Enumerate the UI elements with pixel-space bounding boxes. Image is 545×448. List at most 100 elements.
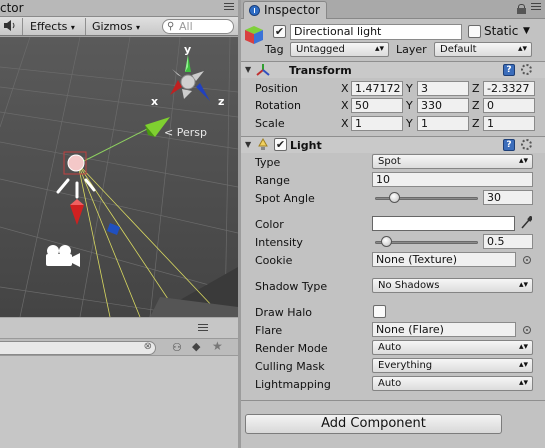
help-book-icon[interactable]: ? (503, 64, 515, 76)
foldout-arrow-icon[interactable]: ▼ (245, 65, 251, 74)
divider (241, 400, 545, 401)
toolbar-divider (22, 18, 23, 35)
rotation-x-axis[interactable]: X (341, 99, 349, 112)
persp-text: Persp (176, 126, 207, 139)
position-label: Position (255, 82, 298, 95)
effects-label: Effects (30, 20, 68, 33)
scale-z-axis[interactable]: Z (472, 117, 480, 130)
scale-z-input[interactable]: 1 (483, 116, 535, 131)
eyedropper-icon[interactable] (521, 215, 534, 232)
intensity-label: Intensity (255, 236, 303, 249)
tab-menu-icon[interactable] (224, 3, 234, 11)
panel-menu-icon[interactable] (198, 324, 208, 332)
persp-label[interactable]: < Persp (164, 126, 207, 139)
transform-header[interactable]: ▼ Transform ? (241, 62, 545, 78)
position-x-input[interactable]: 1.47172 (351, 81, 403, 96)
rotation-x-input[interactable]: 50 (351, 98, 403, 113)
light-enabled-checkbox[interactable]: ✔ (274, 138, 287, 151)
filter-type-icon[interactable]: ⚇ (172, 341, 182, 354)
inspector-menu-icon[interactable] (531, 3, 541, 11)
scene-search-input[interactable]: ⚲ All (162, 19, 234, 34)
scene-toolbar: Effects ▾ Gizmos ▾ ⚲ All (0, 17, 238, 36)
light-title: Light (290, 139, 322, 152)
axis-label-y: y (184, 43, 192, 56)
static-checkbox[interactable] (468, 25, 481, 38)
inspector-panel: Inspector ✔ Directional light Static ▼ T… (241, 0, 545, 448)
tab-inspector[interactable]: Inspector (243, 1, 327, 19)
lightmapping-dropdown[interactable]: Auto ▴▾ (372, 376, 533, 391)
scale-x-axis[interactable]: X (341, 117, 349, 130)
gear-icon[interactable] (521, 139, 532, 150)
tab-inspector-label: Inspector (264, 3, 320, 17)
rotation-y-axis[interactable]: Y (406, 99, 413, 112)
speaker-icon[interactable] (3, 19, 17, 34)
type-dropdown[interactable]: Spot ▴▾ (372, 154, 533, 169)
position-z-input[interactable]: -2.3327 (483, 81, 535, 96)
project-search-input[interactable]: ⊗ (0, 341, 156, 355)
position-x-axis[interactable]: X (341, 82, 349, 95)
tag-label: Tag (265, 43, 284, 56)
gear-icon[interactable] (521, 64, 532, 75)
spot-angle-input[interactable]: 30 (483, 190, 533, 205)
chevron-down-icon: ▾ (70, 23, 75, 32)
draw-halo-label: Draw Halo (255, 306, 313, 319)
scale-y-input[interactable]: 1 (417, 116, 469, 131)
tag-value: Untagged (296, 44, 345, 55)
draw-halo-checkbox[interactable] (373, 305, 386, 318)
foldout-arrow-icon[interactable]: ▼ (245, 140, 251, 149)
checkmark-icon: ✔ (274, 25, 285, 38)
rotation-z-input[interactable]: 0 (483, 98, 535, 113)
transform-gizmo-icon (256, 64, 270, 79)
shadow-type-dropdown[interactable]: No Shadows ▴▾ (372, 278, 533, 293)
bottom-toolbar: ⊗ ⚇ ◆ ★ (0, 338, 238, 356)
position-y-axis[interactable]: Y (406, 82, 413, 95)
help-book-icon[interactable]: ? (503, 139, 515, 151)
render-mode-dropdown[interactable]: Auto ▴▾ (372, 340, 533, 355)
favorite-star-icon[interactable]: ★ (212, 339, 223, 353)
scene-panel: ctor Effects ▾ Gizmos ▾ ⚲ All y x z < Pe… (0, 0, 238, 448)
scale-x-input[interactable]: 1 (351, 116, 403, 131)
transform-title: Transform (289, 64, 352, 77)
checkmark-icon: ✔ (275, 138, 286, 151)
gizmos-dropdown[interactable]: Gizmos ▾ (92, 19, 140, 34)
culling-mask-dropdown[interactable]: Everything ▴▾ (372, 358, 533, 373)
shadow-type-label: Shadow Type (255, 280, 328, 293)
rotation-z-axis[interactable]: Z (472, 99, 480, 112)
object-picker-icon[interactable] (523, 256, 531, 264)
range-input[interactable]: 10 (372, 172, 533, 187)
add-component-button[interactable]: Add Component (245, 414, 502, 434)
cookie-label: Cookie (255, 254, 293, 267)
scene-viewport[interactable]: y x z < Persp (0, 37, 238, 317)
cookie-object-field[interactable]: None (Texture) (372, 252, 516, 267)
layer-value: Default (440, 44, 477, 55)
rotation-y-input[interactable]: 330 (417, 98, 469, 113)
position-y-input[interactable]: 3 (417, 81, 469, 96)
active-checkbox[interactable]: ✔ (273, 25, 286, 38)
light-header[interactable]: ▼ ✔ Light ? (241, 137, 545, 153)
shadow-type-value: No Shadows (378, 280, 440, 291)
tab-title[interactable]: ctor (0, 1, 24, 15)
static-dropdown-arrow-icon[interactable]: ▼ (523, 26, 530, 36)
scene-grid (0, 37, 238, 317)
flare-label: Flare (255, 324, 283, 337)
intensity-input[interactable]: 0.5 (483, 234, 533, 249)
lock-icon[interactable] (517, 4, 526, 14)
flare-object-field[interactable]: None (Flare) (372, 322, 516, 337)
position-z-axis[interactable]: Z (472, 82, 480, 95)
layer-dropdown[interactable]: Default ▴▾ (434, 42, 532, 57)
scale-y-axis[interactable]: Y (406, 117, 413, 130)
dropdown-arrow-icon: ▴▾ (518, 342, 528, 352)
bottom-panel: ⊗ ⚇ ◆ ★ (0, 318, 238, 448)
filter-label-icon[interactable]: ◆ (192, 340, 200, 353)
color-swatch[interactable] (372, 216, 515, 231)
spot-angle-label: Spot Angle (255, 192, 315, 205)
intensity-slider-thumb[interactable] (380, 236, 392, 247)
search-clear-icon[interactable]: ⊗ (144, 341, 152, 352)
effects-dropdown[interactable]: Effects ▾ (30, 19, 75, 34)
tag-dropdown[interactable]: Untagged ▴▾ (290, 42, 389, 57)
object-name-input[interactable]: Directional light (290, 24, 462, 40)
object-picker-icon[interactable] (523, 326, 531, 334)
spot-angle-slider-thumb[interactable] (388, 192, 400, 203)
dropdown-arrow-icon: ▴▾ (518, 360, 528, 370)
search-icon: ⚲ (167, 21, 175, 32)
